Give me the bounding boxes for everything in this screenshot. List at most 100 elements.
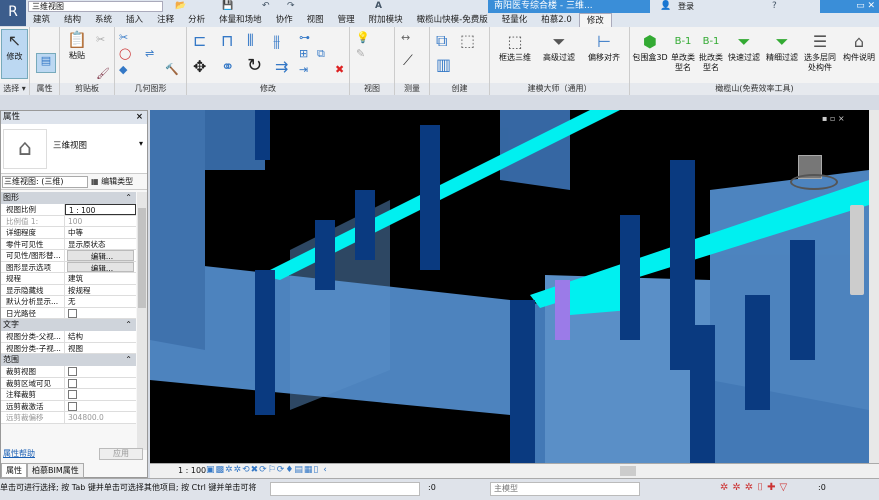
move-icon[interactable]: ✥ — [193, 57, 206, 76]
cope-icon[interactable]: ✂ — [119, 31, 128, 44]
advanced-filter-button[interactable]: ⏷ 高级过滤 — [538, 31, 580, 63]
batch-rename-button[interactable]: B-1 批改类型名 — [698, 31, 724, 73]
tab-lightweight[interactable]: 轻量化 — [495, 13, 535, 27]
trim-icon[interactable]: ⇉ — [275, 57, 288, 76]
checkbox[interactable] — [68, 367, 77, 376]
view-name-field[interactable]: 三维视图 — [28, 1, 163, 12]
selection-filter-icons[interactable]: ✲✲✲⌷✚▽ — [720, 482, 791, 493]
workset-select[interactable] — [270, 482, 420, 496]
tab-massing[interactable]: 体量和场地 — [212, 13, 269, 27]
rotate-icon[interactable]: ↻ — [247, 55, 262, 76]
property-value[interactable]: 无 — [65, 296, 136, 307]
collapse-icon[interactable]: ⌃ — [125, 354, 132, 366]
property-value[interactable]: 中等 — [65, 227, 136, 238]
tab-annotate[interactable]: 注释 — [150, 13, 181, 27]
3d-viewport[interactable]: ▪ ▫ × — [150, 110, 869, 463]
property-group-header[interactable]: 图形 ⌃ — [1, 192, 136, 204]
box-3d-button[interactable]: ⬚ 框选三维 — [494, 31, 536, 63]
create-assembly-icon[interactable]: ⬚ — [460, 31, 475, 50]
application-menu-button[interactable]: R — [0, 0, 26, 26]
property-value[interactable]: 结构 — [65, 331, 136, 342]
properties-button[interactable]: ▤ — [36, 53, 56, 73]
checkbox[interactable] — [68, 390, 77, 399]
select-dropdown[interactable]: 选择 ▾ — [0, 83, 29, 95]
tab-properties[interactable]: 属性 — [1, 463, 27, 478]
help-icon[interactable]: ? — [772, 1, 777, 11]
offset-align-button[interactable]: ⊢ 偏移对齐 — [582, 31, 626, 63]
property-value[interactable]: 显示原状态 — [65, 239, 136, 250]
property-value[interactable]: 建筑 — [65, 273, 136, 284]
scale-icon[interactable]: ⧉ — [317, 47, 325, 61]
edit-type-button[interactable]: ▦ 编辑类型 — [91, 176, 133, 187]
properties-help-link[interactable]: 属性帮助 — [3, 447, 35, 461]
dimension-icon[interactable]: ⟋ — [403, 53, 413, 69]
tab-modify[interactable]: 修改 — [578, 13, 612, 27]
checkbox[interactable] — [68, 378, 77, 388]
properties-scrollbar[interactable] — [137, 192, 147, 450]
multi-floor-button[interactable]: ☰ 选多层同处构件 — [802, 31, 838, 73]
compass-ring[interactable] — [790, 174, 838, 190]
model-canvas[interactable] — [150, 110, 869, 463]
component-description-button[interactable]: ⌂ 构件说明 — [840, 31, 878, 63]
login-link[interactable]: 登录 — [678, 0, 694, 13]
collapse-icon[interactable]: ⌃ — [125, 319, 132, 331]
checkbox[interactable] — [68, 401, 77, 411]
open-icon[interactable]: 📂 — [175, 1, 186, 11]
tab-bimu-properties[interactable]: 柏慕BIM属性 — [27, 463, 84, 478]
tab-view[interactable]: 视图 — [300, 13, 331, 27]
text-icon[interactable]: A — [375, 1, 382, 11]
property-value[interactable] — [65, 401, 136, 412]
join-icon[interactable]: ◆ — [119, 63, 127, 76]
collapse-icon[interactable]: ⌃ — [125, 192, 132, 204]
split-face-icon[interactable]: ⇌ — [145, 47, 154, 60]
tab-collaborate[interactable]: 协作 — [269, 13, 300, 27]
override-icon[interactable]: ✎ — [356, 47, 365, 60]
edit-button[interactable]: 编辑... — [67, 250, 134, 261]
cut-icon[interactable]: ✂ — [96, 33, 105, 46]
property-value[interactable]: 1 : 100 — [65, 204, 136, 215]
close-icon[interactable]: × — [136, 111, 143, 124]
offset-icon[interactable]: ⊓ — [221, 31, 233, 50]
vertical-scrollbar[interactable] — [869, 110, 879, 463]
single-rename-button[interactable]: B-1 单改类型名 — [670, 31, 696, 73]
tab-structure[interactable]: 结构 — [57, 13, 88, 27]
align-icon[interactable]: ⊏ — [193, 31, 206, 50]
bbox-3d-button[interactable]: ⬢ 包围盒3D — [630, 31, 670, 63]
quick-filter-button[interactable]: ⏷ 快速过滤 — [726, 31, 762, 63]
redo-icon[interactable]: ↷ — [287, 1, 295, 11]
fine-filter-button[interactable]: ⏷ 精细过滤 — [764, 31, 800, 63]
tab-olive[interactable]: 橄榄山快模-免费版 — [410, 13, 495, 27]
property-value[interactable] — [65, 366, 136, 377]
save-icon[interactable]: 💾 — [222, 1, 233, 11]
create-parts-icon[interactable]: ▥ — [436, 55, 451, 74]
navigation-bar[interactable] — [850, 205, 864, 295]
match-icon[interactable]: 🖌 — [96, 67, 110, 80]
property-value[interactable] — [65, 378, 136, 389]
tab-architecture[interactable]: 建筑 — [26, 13, 57, 27]
tab-insert[interactable]: 插入 — [119, 13, 150, 27]
property-value[interactable]: 按规程 — [65, 285, 136, 296]
edit-button[interactable]: 编辑... — [67, 261, 134, 272]
horizontal-scroll-thumb[interactable] — [620, 466, 636, 476]
hide-icon[interactable]: 💡 — [356, 31, 370, 44]
mirror-draw-icon[interactable]: ⫵ — [273, 31, 280, 51]
apply-button[interactable]: 应用 — [99, 448, 143, 460]
window-controls[interactable]: ▭ ✕ — [820, 0, 879, 13]
view-control-icons[interactable]: ▣▩✲✲⟲✖⟳⚐⟳♦▤▦▯ ‹ — [206, 465, 328, 475]
checkbox[interactable] — [68, 308, 77, 318]
property-value[interactable] — [65, 308, 136, 319]
chevron-down-icon[interactable]: ▾ — [139, 139, 143, 148]
mirror-axis-icon[interactable]: ⫴ — [247, 31, 254, 51]
copy-icon[interactable]: ⚭ — [221, 57, 234, 76]
view-scale[interactable]: 1 : 100 — [178, 466, 206, 475]
tab-manage[interactable]: 管理 — [331, 13, 362, 27]
cut-geometry-icon[interactable]: ◯ — [119, 47, 131, 60]
tab-bimu[interactable]: 柏慕2.0 — [534, 13, 579, 27]
undo-icon[interactable]: ↶ — [262, 1, 270, 11]
split-icon[interactable]: ⊶ — [299, 31, 310, 44]
delete-icon[interactable]: ✖ — [335, 63, 344, 76]
user-icon[interactable]: 👤 — [660, 1, 671, 11]
tab-addins[interactable]: 附加模块 — [362, 13, 410, 27]
property-group-header[interactable]: 文字 ⌃ — [1, 319, 136, 331]
trim-multiple-icon[interactable]: ⇥ — [299, 63, 308, 76]
